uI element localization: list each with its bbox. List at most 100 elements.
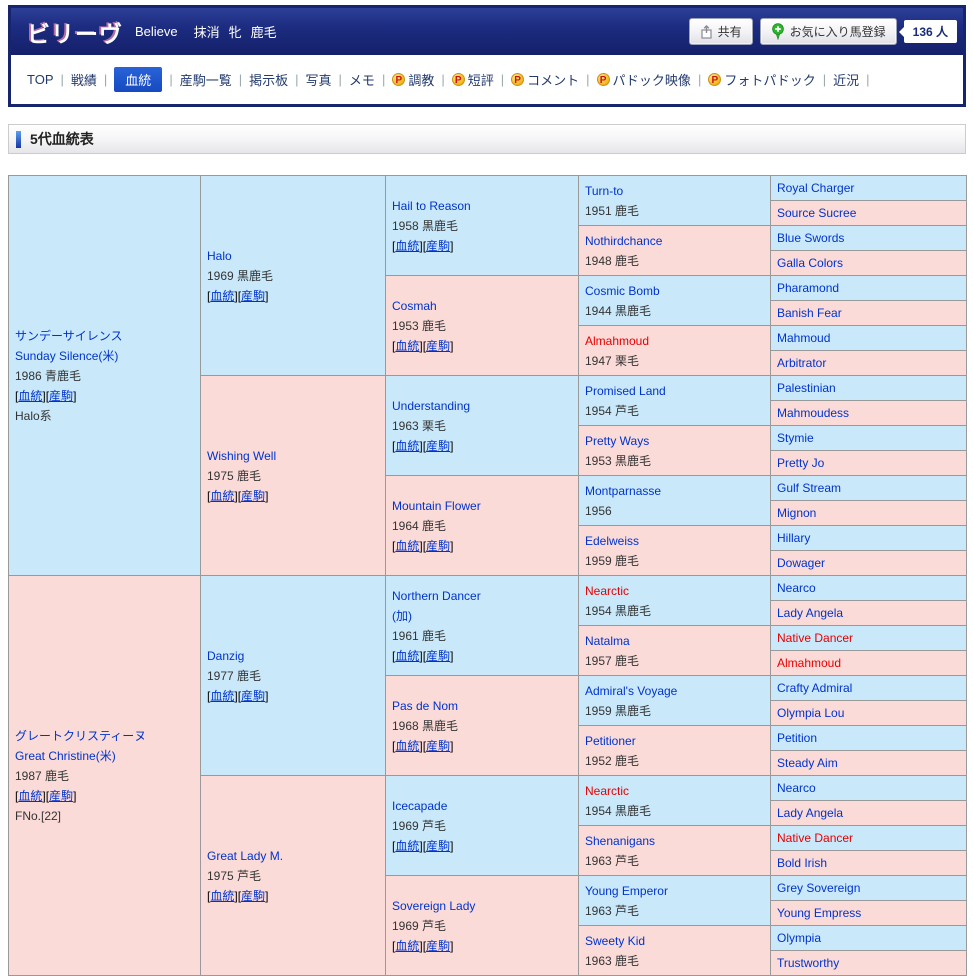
offspring-link[interactable]: 産駒 (426, 739, 450, 753)
horse-name-link[interactable]: Danzig (207, 649, 244, 663)
bloodline-link[interactable]: 血統 (18, 789, 42, 803)
horse-name-link[interactable]: Olympia Lou (777, 706, 844, 720)
horse-name-link[interactable]: Hail to Reason (392, 199, 471, 213)
horse-name-link[interactable]: Montparnasse (585, 484, 661, 498)
horse-name-link[interactable]: Nearctic (585, 584, 629, 598)
horse-name-link[interactable]: Mahmoud (777, 331, 830, 345)
bloodline-link[interactable]: 血統 (210, 489, 234, 503)
bloodline-link[interactable]: 血統 (395, 739, 419, 753)
offspring-link[interactable]: 産駒 (426, 839, 450, 853)
horse-name-link[interactable]: サンデーサイレンス (15, 329, 123, 343)
horse-name-link[interactable]: Lady Angela (777, 606, 843, 620)
offspring-link[interactable]: 産駒 (426, 649, 450, 663)
horse-name-link[interactable]: Palestinian (777, 381, 836, 395)
horse-name-link[interactable]: Grey Sovereign (777, 881, 860, 895)
horse-name-link[interactable]: Nearco (777, 581, 816, 595)
bloodline-link[interactable]: 血統 (395, 839, 419, 853)
horse-name-link[interactable]: Almahmoud (777, 656, 841, 670)
horse-name-link[interactable]: Banish Fear (777, 306, 842, 320)
horse-name-link[interactable]: Pas de Nom (392, 699, 458, 713)
nav-item[interactable]: P パドック映像 (596, 70, 691, 89)
offspring-link[interactable]: 産駒 (426, 539, 450, 553)
horse-name-link[interactable]: Mountain Flower (392, 499, 481, 513)
horse-name-link[interactable]: Pretty Ways (585, 434, 649, 448)
offspring-link[interactable]: 産駒 (241, 689, 265, 703)
horse-name-link[interactable]: Trustworthy (777, 956, 839, 970)
horse-name-link[interactable]: Royal Charger (777, 181, 854, 195)
horse-name-link[interactable]: Northern Dancer (392, 589, 481, 603)
horse-name-link[interactable]: Petition (777, 731, 817, 745)
nav-item[interactable]: 近況 (833, 70, 859, 89)
offspring-link[interactable]: 産駒 (426, 239, 450, 253)
bloodline-link[interactable]: 血統 (395, 439, 419, 453)
bloodline-link[interactable]: 血統 (395, 649, 419, 663)
horse-name-link[interactable]: Turn-to (585, 184, 623, 198)
horse-name-link[interactable]: Olympia (777, 931, 821, 945)
offspring-link[interactable]: 産駒 (49, 789, 73, 803)
horse-name-link[interactable]: Icecapade (392, 799, 447, 813)
horse-name-link[interactable]: Shenanigans (585, 834, 655, 848)
nav-item[interactable]: 産駒一覧 (180, 70, 232, 89)
horse-name-link[interactable]: Nearctic (585, 784, 629, 798)
horse-name-link[interactable]: Galla Colors (777, 256, 843, 270)
bloodline-link[interactable]: 血統 (210, 689, 234, 703)
horse-name-link[interactable]: Cosmic Bomb (585, 284, 660, 298)
bloodline-link[interactable]: 血統 (395, 239, 419, 253)
horse-name-secondary[interactable]: Sunday Silence(米) (15, 349, 118, 363)
nav-item[interactable]: 写真 (306, 70, 332, 89)
nav-item[interactable]: 掲示板 (249, 70, 288, 89)
horse-name-link[interactable]: Native Dancer (777, 831, 853, 845)
horse-name-link[interactable]: Lady Angela (777, 806, 843, 820)
horse-name-link[interactable]: Arbitrator (777, 356, 826, 370)
horse-name-link[interactable]: Understanding (392, 399, 470, 413)
horse-name-link[interactable]: Halo (207, 249, 232, 263)
bloodline-link[interactable]: 血統 (395, 939, 419, 953)
offspring-link[interactable]: 産駒 (426, 439, 450, 453)
horse-name-link[interactable]: Source Sucree (777, 206, 856, 220)
horse-name-link[interactable]: Young Emperor (585, 884, 668, 898)
share-button[interactable]: 共有 (688, 18, 753, 45)
horse-name-link[interactable]: グレートクリスティーヌ (15, 729, 146, 743)
horse-name-link[interactable]: Nothirdchance (585, 234, 662, 248)
offspring-link[interactable]: 産駒 (49, 389, 73, 403)
horse-name-link[interactable]: Nearco (777, 781, 816, 795)
offspring-link[interactable]: 産駒 (426, 939, 450, 953)
bloodline-link[interactable]: 血統 (395, 539, 419, 553)
nav-item[interactable]: メモ (349, 70, 375, 89)
horse-name-link[interactable]: Sweety Kid (585, 934, 645, 948)
horse-name-link[interactable]: Pretty Jo (777, 456, 824, 470)
nav-item[interactable]: P フォトパドック (708, 70, 816, 89)
offspring-link[interactable]: 産駒 (241, 289, 265, 303)
horse-name-link[interactable]: Dowager (777, 556, 825, 570)
nav-item[interactable]: 戦績 (71, 70, 97, 89)
nav-item[interactable]: 血統 (114, 67, 163, 92)
horse-name-link[interactable]: Hillary (777, 531, 810, 545)
nav-item[interactable]: P コメント (511, 70, 579, 89)
offspring-link[interactable]: 産駒 (426, 339, 450, 353)
horse-name-link[interactable]: Mignon (777, 506, 816, 520)
bloodline-link[interactable]: 血統 (210, 889, 234, 903)
nav-item[interactable]: P 短評 (451, 70, 494, 89)
horse-name-secondary[interactable]: Great Christine(米) (15, 749, 116, 763)
offspring-link[interactable]: 産駒 (241, 889, 265, 903)
horse-name-link[interactable]: Natalma (585, 634, 630, 648)
horse-name-link[interactable]: Almahmoud (585, 334, 649, 348)
horse-name-link[interactable]: Steady Aim (777, 756, 838, 770)
horse-name-link[interactable]: Cosmah (392, 299, 437, 313)
favorite-button[interactable]: お気に入り馬登録 (759, 18, 897, 45)
horse-name-link[interactable]: Blue Swords (777, 231, 844, 245)
bloodline-link[interactable]: 血統 (18, 389, 42, 403)
horse-name-link[interactable]: Promised Land (585, 384, 666, 398)
horse-name-link[interactable]: Great Lady M. (207, 849, 283, 863)
nav-item[interactable]: TOP (27, 72, 54, 87)
horse-name-link[interactable]: Stymie (777, 431, 814, 445)
nav-item[interactable]: P 調教 (392, 70, 434, 89)
horse-name-link[interactable]: Crafty Admiral (777, 681, 852, 695)
horse-name-link[interactable]: Native Dancer (777, 631, 853, 645)
bloodline-link[interactable]: 血統 (395, 339, 419, 353)
horse-name-secondary[interactable]: (加) (392, 609, 412, 623)
horse-name-link[interactable]: Young Empress (777, 906, 861, 920)
horse-name-link[interactable]: Mahmoudess (777, 406, 849, 420)
horse-name-link[interactable]: Sovereign Lady (392, 899, 475, 913)
horse-name-link[interactable]: Pharamond (777, 281, 839, 295)
